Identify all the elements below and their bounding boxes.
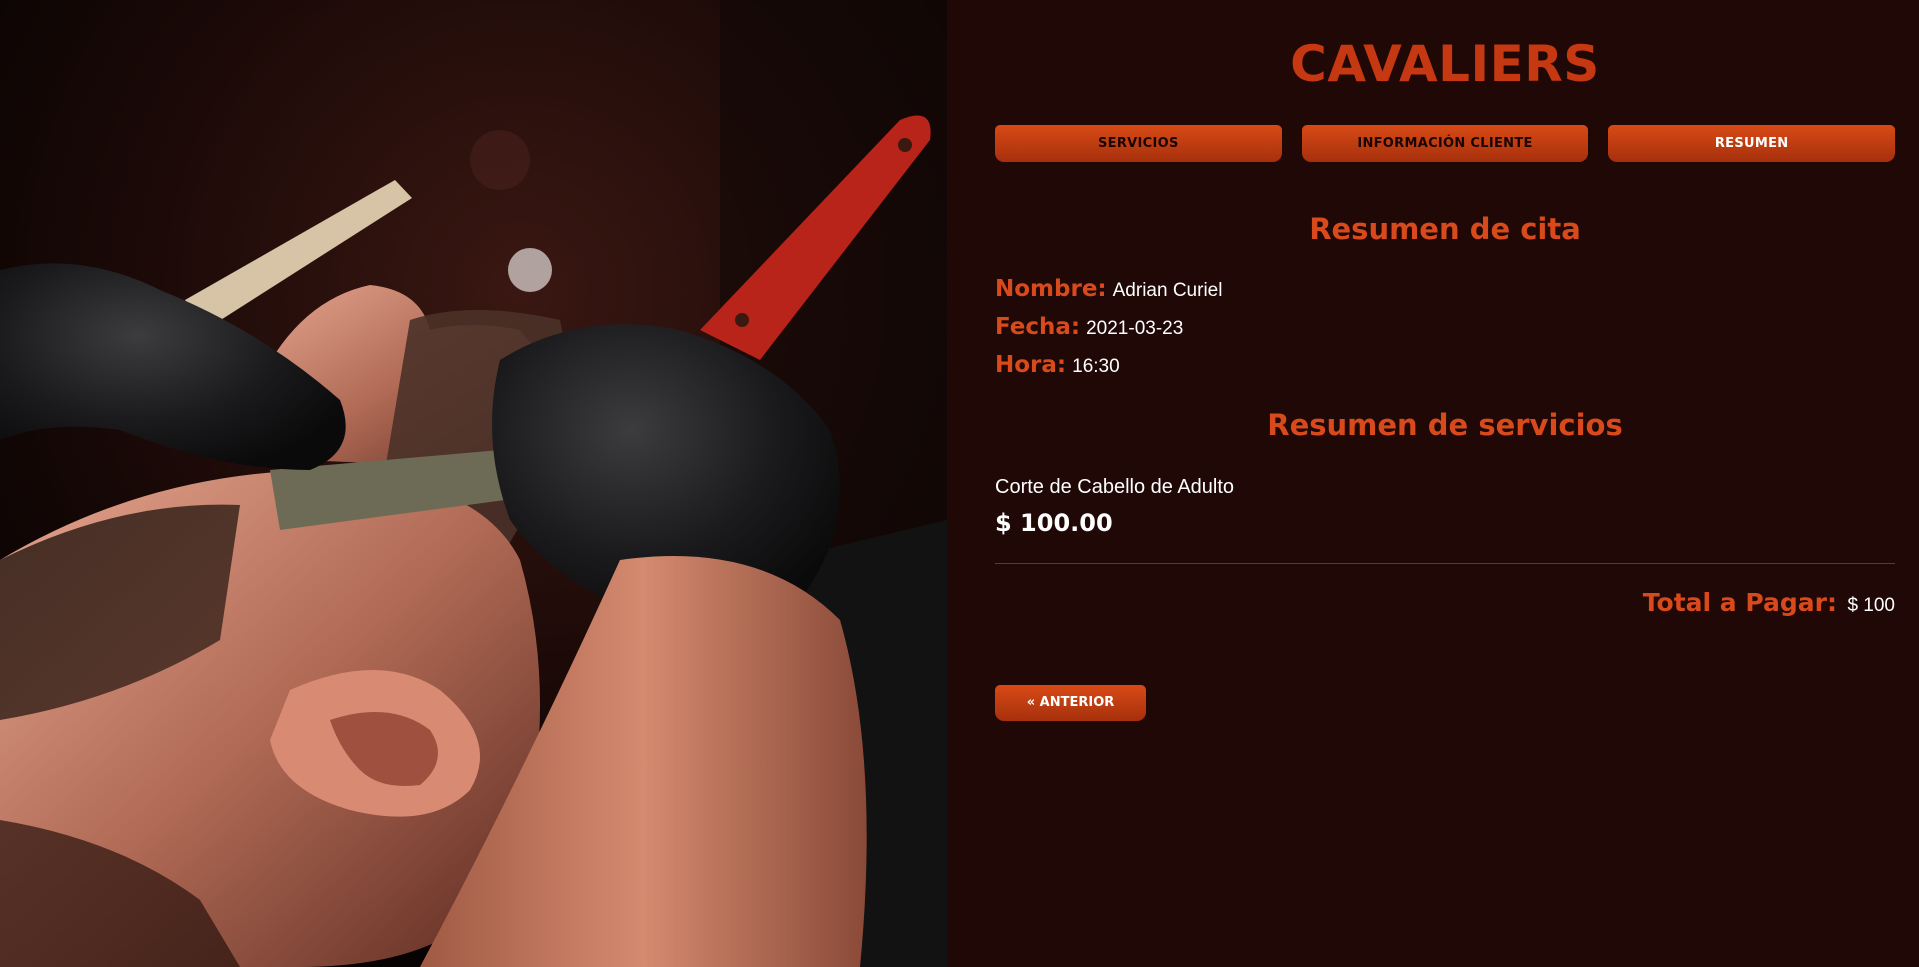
total-row: Total a Pagar: $ 100	[995, 588, 1895, 617]
field-value: 2021-03-23	[1086, 318, 1184, 339]
service-item: Corte de Cabello de Adulto $ 100.00	[995, 476, 1895, 537]
page: CAVALIERS SERVICIOS INFORMACIÓN CLIENTE …	[0, 0, 1919, 967]
appointment-details: Nombre: Adrian Curiel Fecha: 2021-03-23 …	[995, 276, 1895, 378]
tab-resumen[interactable]: RESUMEN	[1608, 125, 1896, 162]
field-value: 16:30	[1072, 356, 1120, 377]
brand-title: CAVALIERS	[1290, 35, 1600, 93]
previous-button[interactable]: « ANTERIOR	[995, 685, 1146, 721]
field-hora: Hora: 16:30	[995, 352, 1895, 378]
field-value: Adrian Curiel	[1112, 280, 1223, 301]
summary-title: Resumen de cita	[1309, 212, 1581, 246]
hero-photo	[0, 0, 947, 967]
service-price: $ 100.00	[995, 509, 1113, 537]
hero-image-barber-shave	[0, 0, 947, 967]
tab-informacion-cliente[interactable]: INFORMACIÓN CLIENTE	[1301, 125, 1589, 162]
divider	[995, 563, 1895, 564]
step-tabs: SERVICIOS INFORMACIÓN CLIENTE RESUMEN	[995, 125, 1896, 162]
total-label: Total a Pagar:	[1642, 588, 1837, 617]
field-nombre: Nombre: Adrian Curiel	[995, 276, 1895, 302]
service-name: Corte de Cabello de Adulto	[995, 476, 1235, 498]
appointment-panel: CAVALIERS SERVICIOS INFORMACIÓN CLIENTE …	[947, 0, 1919, 967]
field-label: Nombre:	[995, 276, 1107, 302]
field-fecha: Fecha: 2021-03-23	[995, 314, 1895, 340]
field-label: Fecha:	[995, 314, 1081, 340]
field-label: Hora:	[995, 352, 1067, 378]
tab-servicios[interactable]: SERVICIOS	[995, 125, 1282, 162]
total-value: $ 100	[1847, 595, 1895, 616]
services-title: Resumen de servicios	[1267, 408, 1623, 442]
